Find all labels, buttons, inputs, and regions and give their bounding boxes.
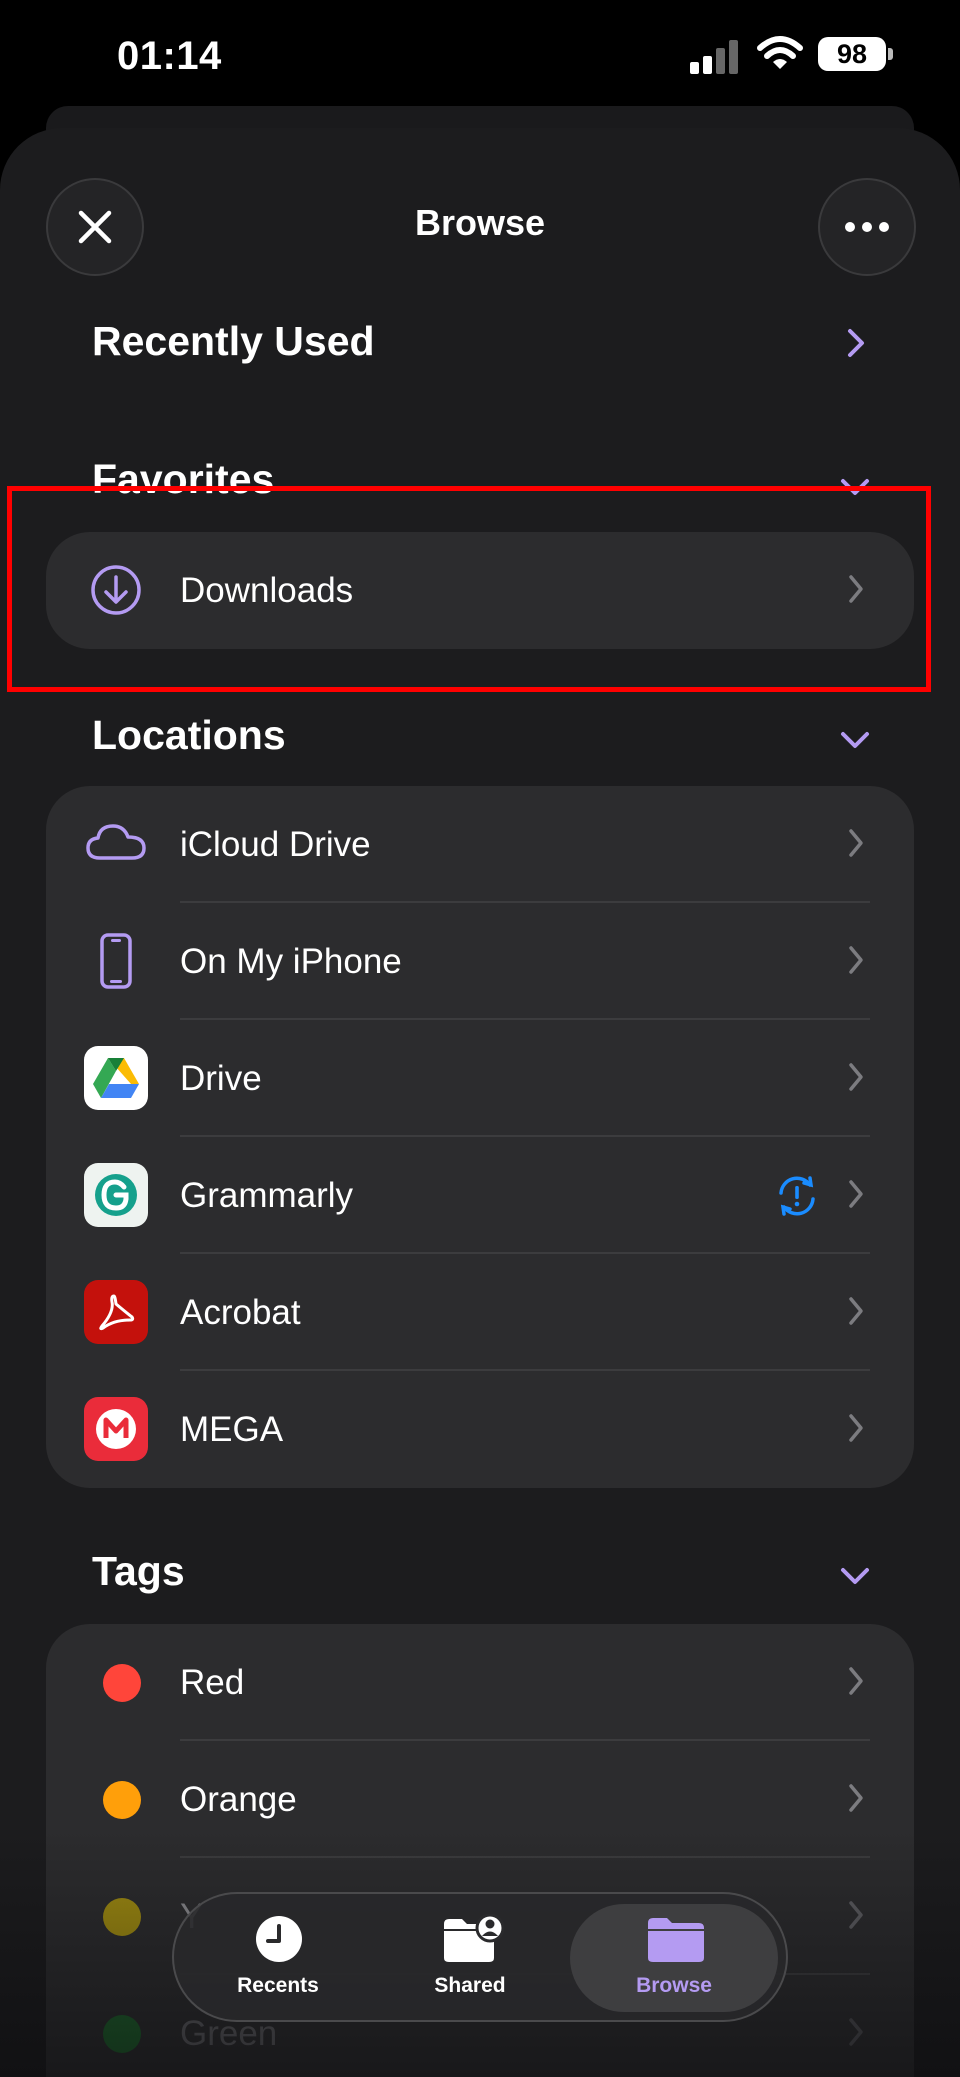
row-label: On My iPhone	[180, 942, 402, 981]
chevron-right-icon	[849, 1063, 863, 1091]
status-bar: 01:14 98	[0, 0, 960, 110]
chevron-right-icon	[849, 1901, 863, 1929]
highlight-box	[7, 486, 931, 692]
row-label: Orange	[180, 1780, 297, 1819]
tab-recents[interactable]: Recents	[188, 1894, 368, 2020]
locations-list: iCloud Drive On My iPhone Drive Grammarl…	[46, 786, 914, 1488]
sync-alert-icon[interactable]	[774, 1173, 820, 1219]
tag-color-dot	[103, 1781, 141, 1819]
battery-cap	[888, 48, 893, 60]
chevron-right-icon	[849, 2018, 863, 2046]
folder-icon	[648, 1918, 704, 1962]
location-item-grammarly[interactable]: Grammarly	[46, 1137, 914, 1254]
mega-icon	[84, 1397, 148, 1461]
location-item-acrobat[interactable]: Acrobat	[46, 1254, 914, 1371]
chevron-right-icon	[849, 946, 863, 974]
recently-used-label: Recently Used	[92, 318, 375, 364]
location-item-on-my-iphone[interactable]: On My iPhone	[46, 903, 914, 1020]
browse-sheet: Browse Recently Used Favorites Downloads…	[0, 128, 960, 2077]
shared-folder-icon	[444, 1914, 504, 1962]
chevron-right-icon	[849, 829, 863, 857]
sheet-title: Browse	[414, 202, 546, 243]
location-item-mega[interactable]: MEGA	[46, 1371, 914, 1488]
more-options-button[interactable]	[818, 178, 916, 276]
row-label: Drive	[180, 1059, 262, 1098]
ellipsis-icon	[845, 222, 889, 232]
location-item-icloud-drive[interactable]: iCloud Drive	[46, 786, 914, 903]
tag-color-dot	[103, 2015, 141, 2053]
row-label: Acrobat	[180, 1293, 301, 1332]
location-item-drive[interactable]: Drive	[46, 1020, 914, 1137]
chevron-right-icon	[849, 1784, 863, 1812]
cellular-signal-icon	[690, 40, 742, 74]
icloud-icon	[86, 824, 146, 860]
tag-color-dot	[103, 1664, 141, 1702]
chevron-right-icon	[849, 1297, 863, 1325]
locations-header: Locations	[92, 712, 286, 758]
chevron-right-icon	[849, 1667, 863, 1695]
status-time: 01:14	[117, 34, 222, 78]
wifi-icon	[757, 36, 803, 69]
tag-item-red[interactable]: Red	[46, 1624, 914, 1741]
iphone-icon	[100, 933, 132, 989]
row-label: Grammarly	[180, 1176, 354, 1215]
battery-indicator: 98	[818, 37, 886, 71]
clock-icon	[256, 1916, 302, 1962]
chevron-right-icon	[848, 329, 864, 357]
tab-shared[interactable]: Shared	[380, 1894, 560, 2020]
tab-browse[interactable]: Browse	[584, 1894, 764, 2020]
acrobat-icon	[84, 1280, 148, 1344]
chevron-right-icon	[849, 1414, 863, 1442]
chevron-down-icon[interactable]	[840, 731, 870, 749]
tag-color-dot	[103, 1898, 141, 1936]
tag-item-orange[interactable]: Orange	[46, 1741, 914, 1858]
tab-bar: Recents Shared Browse	[172, 1892, 788, 2022]
row-label: MEGA	[180, 1410, 284, 1449]
tags-header: Tags	[92, 1548, 185, 1594]
grammarly-icon	[84, 1163, 148, 1227]
row-label: iCloud Drive	[180, 825, 371, 864]
tab-label: Recents	[237, 1974, 319, 1997]
row-label: Red	[180, 1663, 245, 1702]
chevron-down-icon[interactable]	[840, 1567, 870, 1585]
google-drive-icon	[84, 1046, 148, 1110]
chevron-right-icon	[849, 1180, 863, 1208]
tab-label: Shared	[434, 1974, 506, 1997]
tab-label: Browse	[636, 1974, 712, 1997]
